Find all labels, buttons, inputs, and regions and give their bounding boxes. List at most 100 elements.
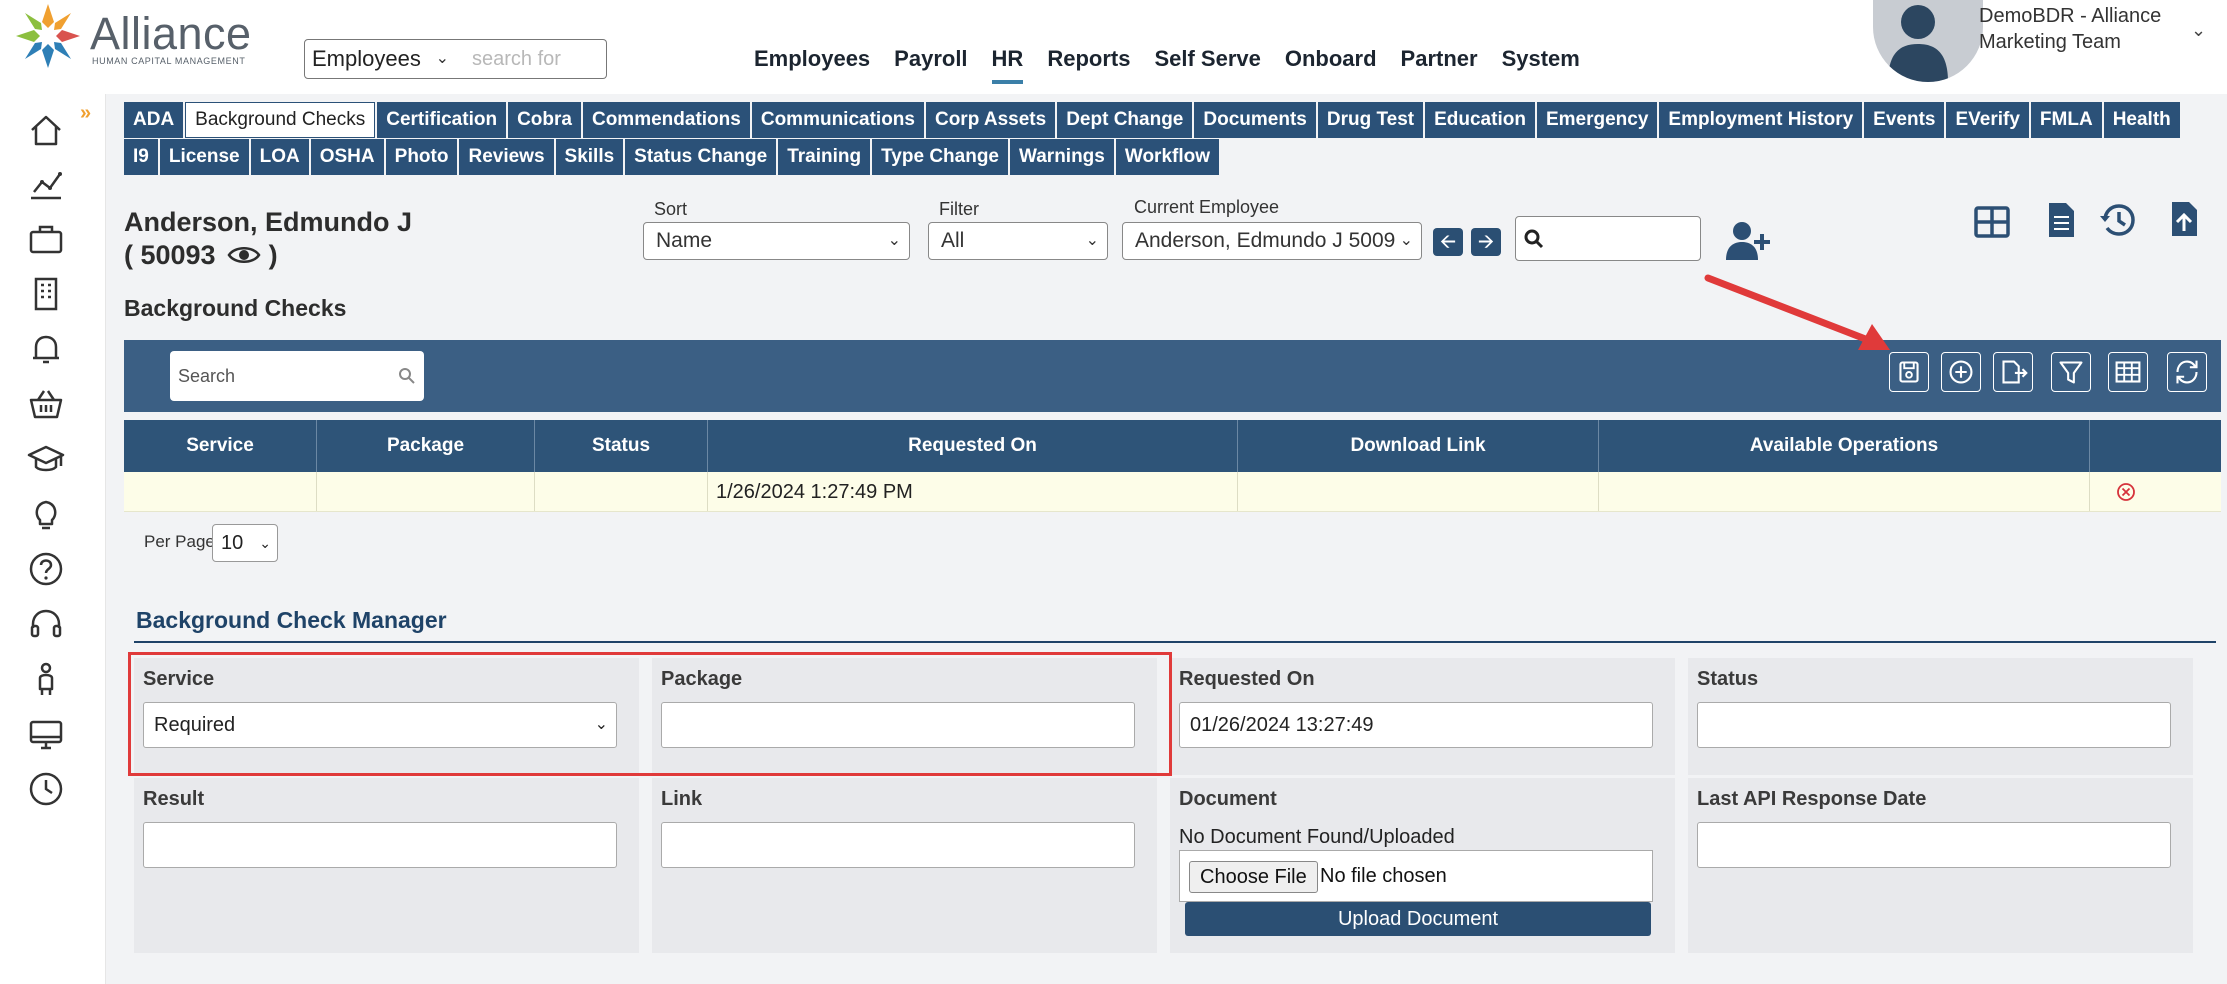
cell-requested-on: 1/26/2024 1:27:49 PM [708, 472, 1238, 511]
lightbulb-icon[interactable] [26, 494, 66, 534]
column-header-service[interactable]: Service [124, 420, 317, 472]
nav-employees[interactable]: Employees [742, 44, 882, 78]
per-page-value: 10 [221, 532, 244, 554]
tab-communications[interactable]: Communications [751, 102, 924, 138]
add-icon[interactable] [1941, 352, 1981, 392]
building-icon[interactable] [26, 274, 66, 314]
previous-employee-button[interactable]: 🡨 [1433, 228, 1463, 256]
tab-events[interactable]: Events [1864, 102, 1945, 138]
headset-icon[interactable] [26, 604, 66, 644]
requested-on-input[interactable]: 01/26/2024 13:27:49 [1179, 702, 1653, 748]
tab-reviews[interactable]: Reviews [459, 139, 554, 175]
nav-partner[interactable]: Partner [1389, 44, 1490, 78]
tab-osha[interactable]: OSHA [310, 139, 384, 175]
eye-icon[interactable] [227, 244, 261, 266]
tab-certification[interactable]: Certification [377, 102, 507, 138]
tab-corp-assets[interactable]: Corp Assets [925, 102, 1056, 138]
basket-icon[interactable] [26, 384, 66, 424]
last-api-response-input[interactable] [1697, 822, 2171, 868]
briefcase-icon[interactable] [26, 219, 66, 259]
sort-select[interactable]: Name ⌄ [643, 222, 910, 260]
nav-hr[interactable]: HR [980, 44, 1036, 84]
next-employee-button[interactable]: 🡪 [1471, 228, 1501, 256]
bell-icon[interactable] [26, 329, 66, 369]
tab-photo[interactable]: Photo [385, 139, 458, 175]
tab-skills[interactable]: Skills [555, 139, 624, 175]
grid-view-icon[interactable] [1972, 202, 2012, 242]
column-header-download-link[interactable]: Download Link [1238, 420, 1599, 472]
result-input[interactable] [143, 822, 617, 868]
annotation-arrow-icon [1704, 274, 1890, 350]
help-icon[interactable] [26, 549, 66, 589]
tab-education[interactable]: Education [1425, 102, 1535, 138]
delete-row-icon[interactable] [2116, 482, 2136, 502]
export-icon[interactable] [1993, 352, 2033, 392]
tab-warnings[interactable]: Warnings [1010, 139, 1114, 175]
tab-status-change[interactable]: Status Change [625, 139, 777, 175]
user-name[interactable]: DemoBDR - Alliance Marketing Team [1979, 3, 2179, 55]
tab-license[interactable]: License [159, 139, 249, 175]
nav-self-serve[interactable]: Self Serve [1142, 44, 1272, 78]
main-nav: Employees Payroll HR Reports Self Serve … [742, 44, 1592, 84]
tab-dept-change[interactable]: Dept Change [1057, 102, 1193, 138]
page-title: Background Checks [124, 295, 347, 321]
nav-payroll[interactable]: Payroll [882, 44, 979, 78]
tab-everify[interactable]: EVerify [1946, 102, 2029, 138]
history-icon[interactable] [2098, 200, 2138, 240]
upload-file-icon[interactable] [2164, 199, 2204, 239]
tab-loa[interactable]: LOA [250, 139, 309, 175]
add-user-icon[interactable] [1724, 218, 1774, 264]
module-select[interactable]: Employees ⌄ [304, 39, 456, 79]
tab-fmla[interactable]: FMLA [2030, 102, 2102, 138]
nav-system[interactable]: System [1490, 44, 1592, 78]
per-page-select[interactable]: 10 ⌄ [212, 524, 278, 562]
tab-commendations[interactable]: Commendations [582, 102, 750, 138]
chevron-down-icon: ⌄ [259, 535, 271, 551]
person-icon[interactable] [26, 659, 66, 699]
filter-select[interactable]: All ⌄ [928, 222, 1108, 260]
monitor-icon[interactable] [26, 714, 66, 754]
tab-cobra[interactable]: Cobra [508, 102, 581, 138]
status-input[interactable] [1697, 702, 2171, 748]
column-header-package[interactable]: Package [317, 420, 535, 472]
tab-ada[interactable]: ADA [124, 102, 184, 138]
tab-health[interactable]: Health [2103, 102, 2180, 138]
nav-onboard[interactable]: Onboard [1273, 44, 1389, 78]
tab-drug-test[interactable]: Drug Test [1317, 102, 1424, 138]
tab-emergency[interactable]: Emergency [1536, 102, 1658, 138]
requested-on-label: Requested On [1179, 668, 1315, 690]
column-header-available-operations[interactable]: Available Operations [1599, 420, 2090, 472]
expand-sidebar-icon[interactable]: » [80, 102, 91, 125]
cell-service [124, 472, 317, 511]
document-icon[interactable] [2041, 200, 2081, 240]
current-employee-select[interactable]: Anderson, Edmundo J 50093 ⌄ [1122, 222, 1422, 260]
table-row[interactable]: 1/26/2024 1:27:49 PM [124, 472, 2221, 512]
column-header-requested-on[interactable]: Requested On [708, 420, 1238, 472]
refresh-icon[interactable] [2167, 352, 2207, 392]
home-icon[interactable] [26, 110, 66, 150]
choose-file-button[interactable]: Choose File [1189, 861, 1318, 893]
tab-i9[interactable]: I9 [124, 139, 158, 175]
analytics-icon[interactable] [26, 164, 66, 204]
clock-icon[interactable] [26, 769, 66, 809]
tab-background-checks[interactable]: Background Checks [185, 102, 376, 138]
grid-search-input[interactable]: Search [170, 351, 424, 401]
alliance-logo[interactable]: Alliance HUMAN CAPITAL MANAGEMENT [12, 0, 252, 80]
employee-search-input[interactable] [1515, 216, 1701, 261]
nav-reports[interactable]: Reports [1035, 44, 1142, 78]
tab-documents[interactable]: Documents [1194, 102, 1316, 138]
graduation-cap-icon[interactable] [26, 439, 66, 479]
table-columns-icon[interactable] [2108, 352, 2148, 392]
top-search-input[interactable]: search for [455, 39, 607, 79]
sort-label: Sort [654, 199, 688, 219]
avatar[interactable] [1873, 0, 1983, 82]
tab-employment-history[interactable]: Employment History [1659, 102, 1863, 138]
filter-icon[interactable] [2051, 352, 2091, 392]
chevron-down-icon[interactable]: ⌄ [2191, 20, 2206, 41]
column-header-status[interactable]: Status [535, 420, 708, 472]
link-input[interactable] [661, 822, 1135, 868]
tab-workflow[interactable]: Workflow [1115, 139, 1220, 175]
upload-document-button[interactable]: Upload Document [1185, 902, 1651, 936]
tab-training[interactable]: Training [778, 139, 871, 175]
tab-type-change[interactable]: Type Change [872, 139, 1008, 175]
